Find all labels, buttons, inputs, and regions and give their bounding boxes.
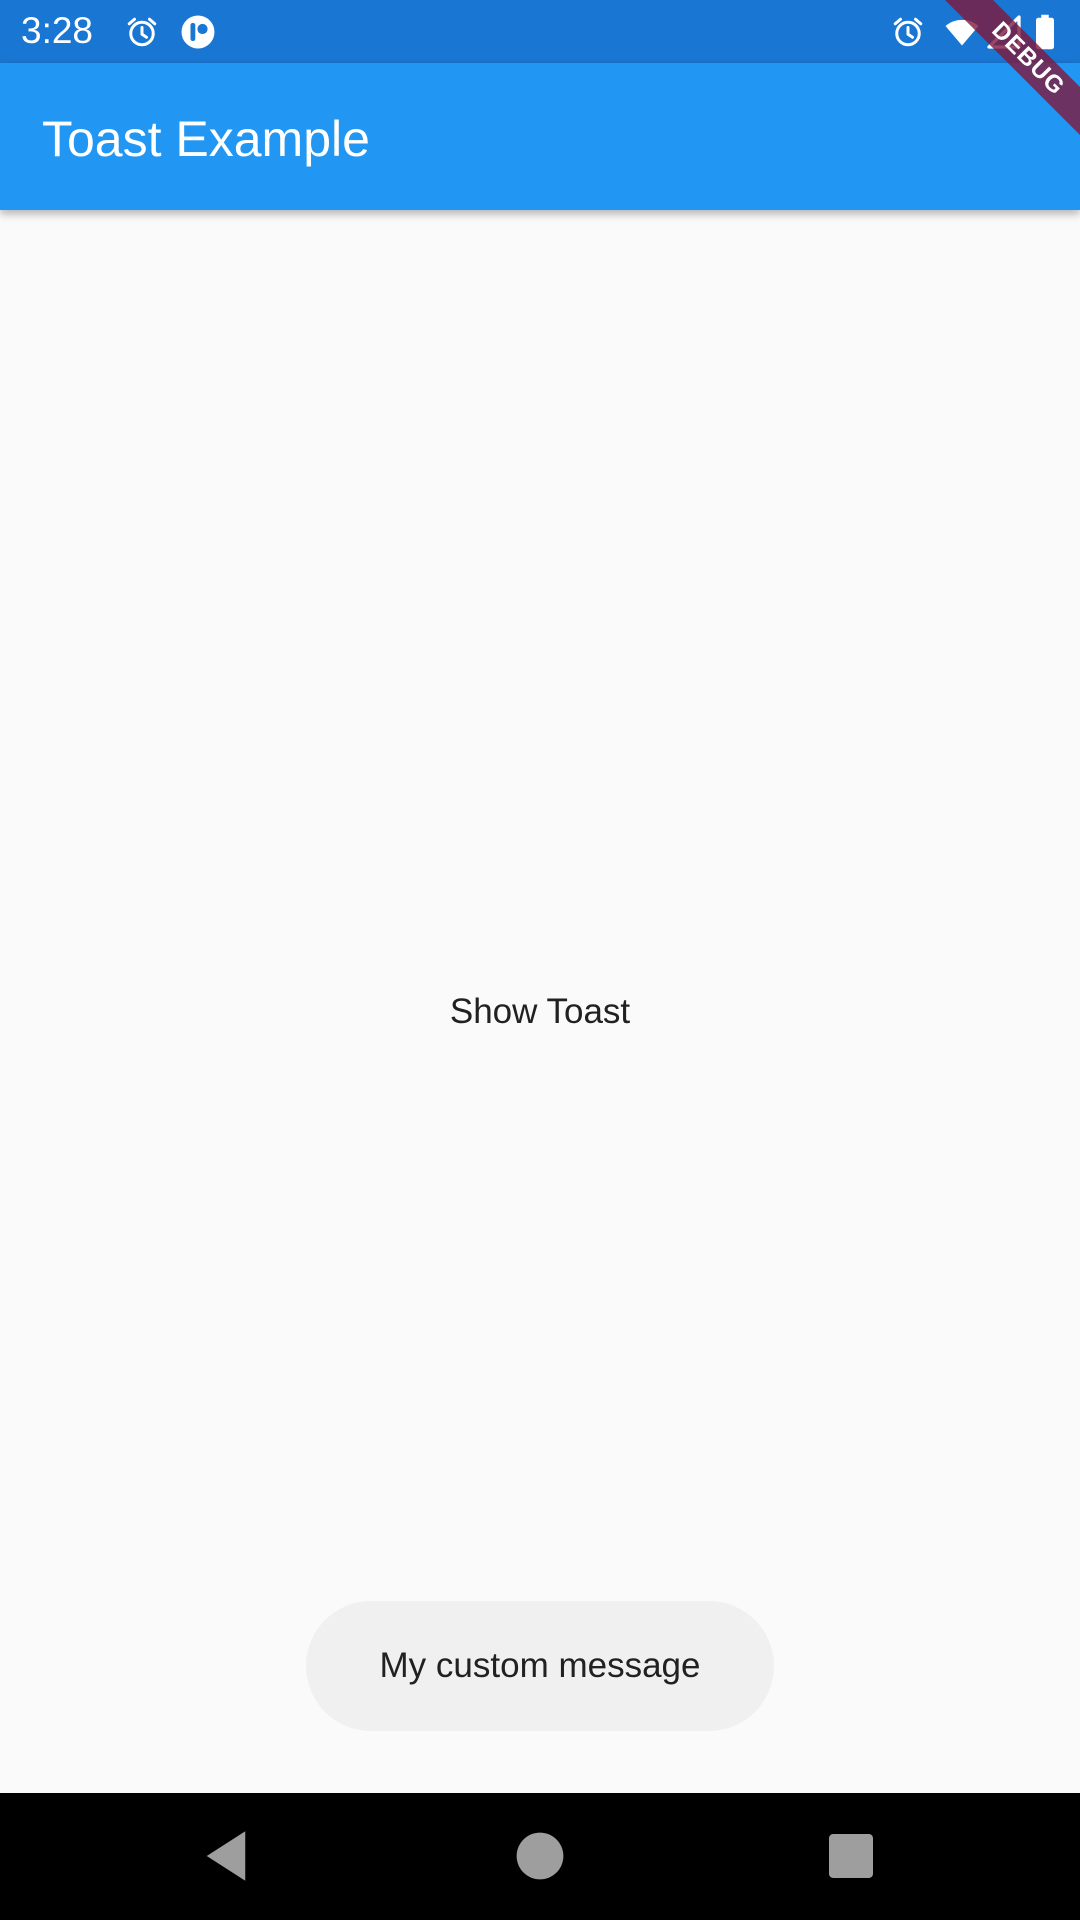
recents-icon[interactable] xyxy=(818,1823,884,1889)
signal-icon xyxy=(986,14,1022,50)
battery-icon xyxy=(1032,14,1058,50)
show-toast-button[interactable]: Show Toast xyxy=(420,972,660,1052)
nav-bar xyxy=(0,1793,1080,1920)
status-time: 3:28 xyxy=(21,10,94,51)
toast-message: My custom message xyxy=(379,1646,701,1685)
screen: 3:28 Toast Example DEBUG Show Toast My c… xyxy=(0,0,1080,1920)
back-icon[interactable] xyxy=(193,1823,259,1889)
app-notification-icon xyxy=(180,14,216,50)
main-content: Show Toast xyxy=(0,210,1080,1793)
toast: My custom message xyxy=(306,1601,774,1731)
page-title: Toast Example xyxy=(42,111,370,167)
alarm-icon xyxy=(890,14,926,50)
status-bar: 3:28 xyxy=(0,0,1080,63)
home-icon[interactable] xyxy=(507,1823,573,1889)
wifi-icon xyxy=(944,14,980,50)
app-bar: Toast Example xyxy=(0,63,1080,210)
alarm-icon xyxy=(124,14,160,50)
